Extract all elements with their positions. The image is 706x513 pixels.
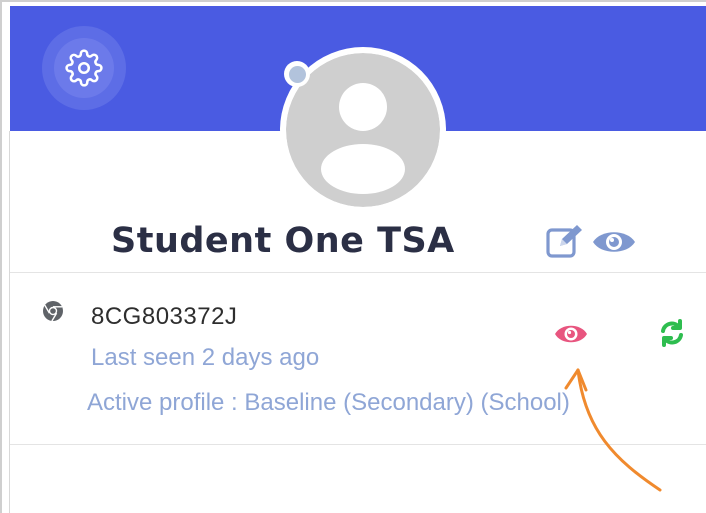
chrome-icon [42,300,64,322]
sync-button[interactable] [657,318,687,348]
status-indicator [284,61,310,87]
eye-icon [593,232,635,252]
edit-profile-button[interactable] [544,222,586,260]
device-name: 8CG803372J [91,303,238,330]
edit-icon [546,225,582,258]
gear-icon [65,49,103,87]
settings-button-inner [54,38,114,98]
last-seen-text: Last seen 2 days ago [91,344,320,371]
eye-icon [555,325,587,343]
status-indicator-dot [288,65,306,83]
sync-icon [661,319,683,347]
student-name: Student One TSA [111,221,455,261]
view-device-button[interactable] [553,321,589,347]
section-divider [10,444,706,445]
active-profile-text: Active profile : Baseline (Secondary) (S… [87,389,570,416]
settings-button[interactable] [42,26,126,110]
view-profile-button[interactable] [591,226,637,258]
